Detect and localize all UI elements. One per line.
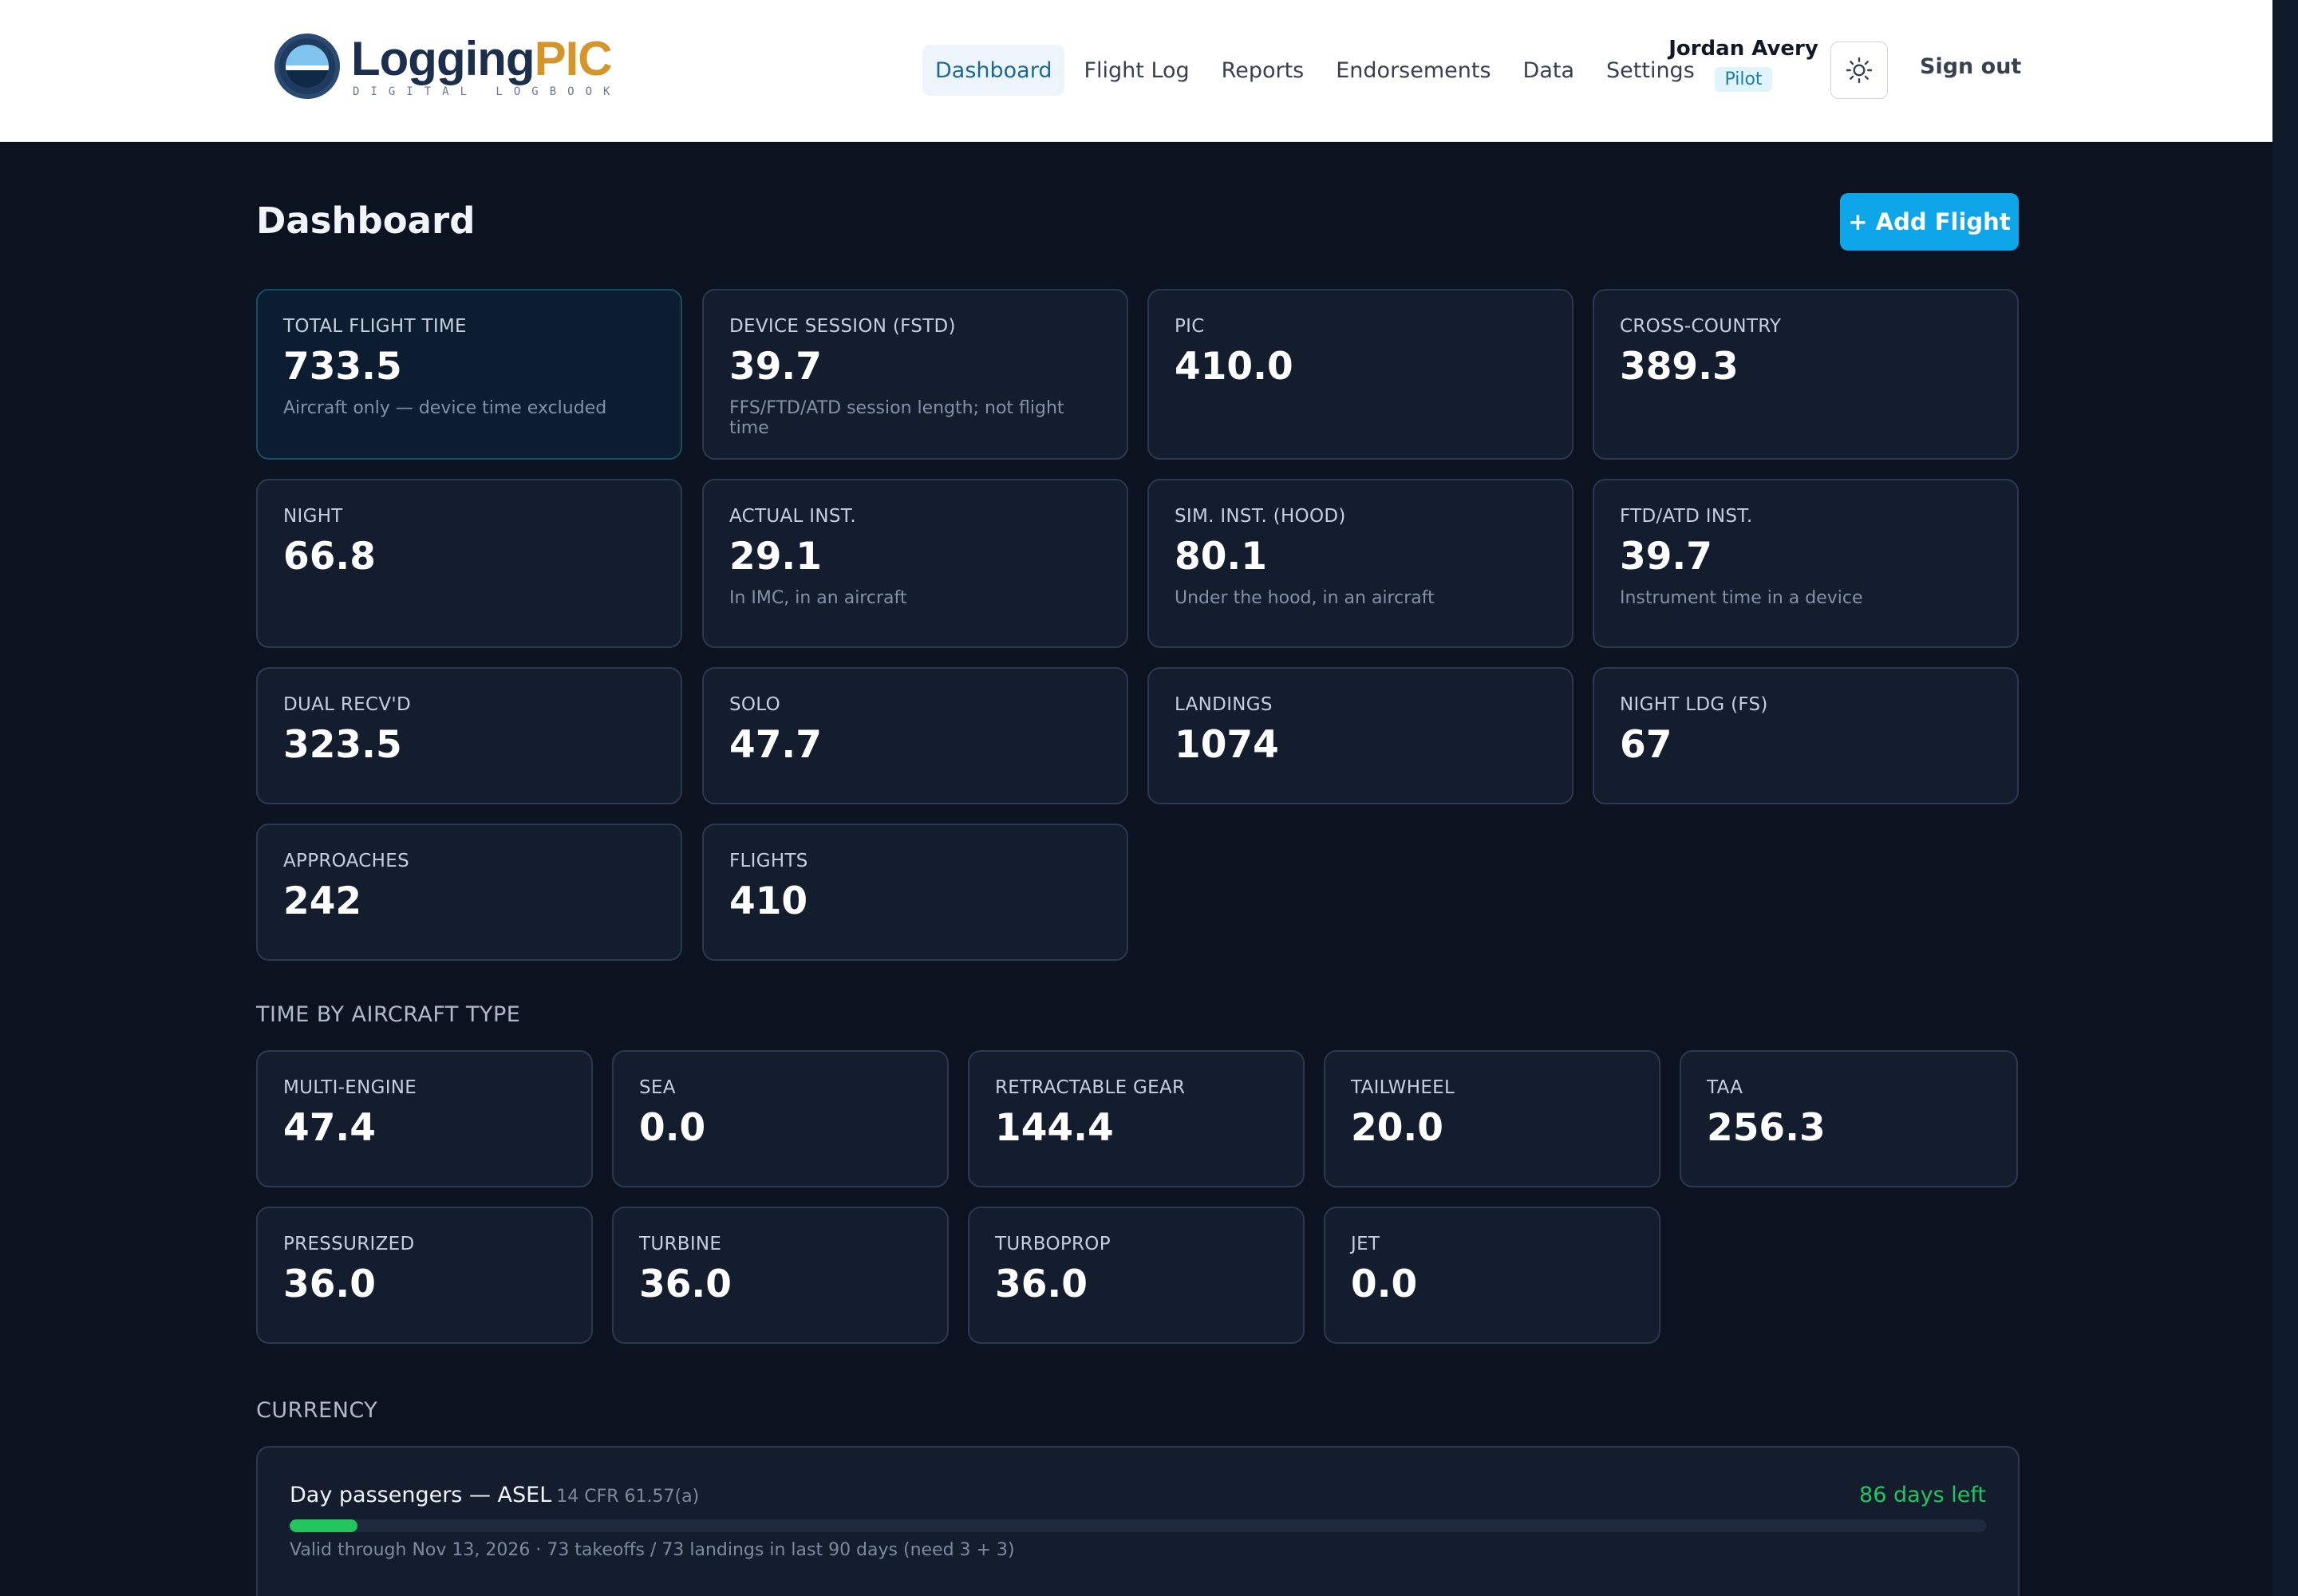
stat-card-night-landings: NIGHT LDG (FS) 67 (1593, 667, 2019, 804)
stat-card-dual-received: DUAL RECV'D 323.5 (256, 667, 682, 804)
stat-card-sim-inst: SIM. INST. (HOOD) 80.1 Under the hood, i… (1147, 479, 1573, 648)
scrollbar-track[interactable] (2272, 0, 2298, 1596)
logo[interactable]: LoggingPIC DIGITAL LOGBOOK (274, 34, 621, 99)
user-role-badge: Pilot (1715, 67, 1772, 92)
currency-note: Valid through Nov 13, 2026 · 73 takeoffs… (290, 1540, 1015, 1560)
stat-card-total-flight-time: TOTAL FLIGHT TIME 733.5 Aircraft only — … (256, 289, 682, 460)
main-nav: Dashboard Flight Log Reports Endorsement… (922, 45, 1714, 96)
user-name: Jordan Avery (1668, 37, 1818, 61)
stat-card-flights: FLIGHTS 410 (702, 824, 1128, 961)
stat-card-pic: PIC 410.0 (1147, 289, 1573, 460)
nav-dashboard[interactable]: Dashboard (922, 45, 1065, 96)
add-flight-button[interactable]: + Add Flight (1840, 193, 2019, 251)
nav-data[interactable]: Data (1510, 45, 1587, 96)
stat-card-cross-country: CROSS-COUNTRY 389.3 (1593, 289, 2019, 460)
section-title-aircraft-type: TIME BY AIRCRAFT TYPE (256, 1002, 521, 1027)
logo-wordmark: LoggingPIC (351, 32, 613, 85)
logo-tagline: DIGITAL LOGBOOK (353, 85, 622, 98)
stat-card-actual-inst: ACTUAL INST. 29.1 In IMC, in an aircraft (702, 479, 1128, 648)
stat-card-night: NIGHT 66.8 (256, 479, 682, 648)
stat-card-approaches: APPROACHES 242 (256, 824, 682, 961)
sun-icon (1846, 57, 1873, 84)
stat-card-device-session: DEVICE SESSION (FSTD) 39.7 FFS/FTD/ATD s… (702, 289, 1128, 460)
stat-card-landings: LANDINGS 1074 (1147, 667, 1573, 804)
currency-days-left: 86 days left (1859, 1483, 1986, 1507)
type-card-turbine: TURBINE 36.0 (612, 1207, 949, 1344)
currency-progress-fill (290, 1519, 358, 1532)
stat-card-ftd-atd-inst: FTD/ATD INST. 39.7 Instrument time in a … (1593, 479, 2019, 648)
type-card-multi-engine: MULTI-ENGINE 47.4 (256, 1050, 593, 1187)
currency-card: Day passengers — ASEL 14 CFR 61.57(a) 86 … (256, 1446, 2020, 1596)
sign-out-button[interactable]: Sign out (1920, 54, 2021, 79)
section-title-currency: CURRENCY (256, 1398, 378, 1423)
type-card-taa: TAA 256.3 (1680, 1050, 2018, 1187)
type-card-turboprop: TURBOPROP 36.0 (968, 1207, 1305, 1344)
page-title: Dashboard (256, 200, 476, 242)
type-card-retractable-gear: RETRACTABLE GEAR 144.4 (968, 1050, 1305, 1187)
nav-flight-log[interactable]: Flight Log (1071, 45, 1202, 96)
nav-reports[interactable]: Reports (1209, 45, 1317, 96)
stat-card-solo: SOLO 47.7 (702, 667, 1128, 804)
top-header: LoggingPIC DIGITAL LOGBOOK Dashboard Fli… (0, 0, 2272, 142)
currency-item-title: Day passengers — ASEL 14 CFR 61.57(a) (290, 1483, 700, 1507)
nav-endorsements[interactable]: Endorsements (1323, 45, 1503, 96)
type-card-sea: SEA 0.0 (612, 1050, 949, 1187)
theme-toggle-button[interactable] (1830, 41, 1888, 99)
attitude-indicator-icon (274, 34, 340, 99)
currency-progress-bar (290, 1519, 1986, 1532)
currency-item-cfr: 14 CFR 61.57(a) (556, 1487, 700, 1507)
user-info: Jordan Avery Pilot (1668, 37, 1819, 92)
type-card-jet: JET 0.0 (1324, 1207, 1660, 1344)
type-card-pressurized: PRESSURIZED 36.0 (256, 1207, 593, 1344)
type-card-tailwheel: TAILWHEEL 20.0 (1324, 1050, 1660, 1187)
